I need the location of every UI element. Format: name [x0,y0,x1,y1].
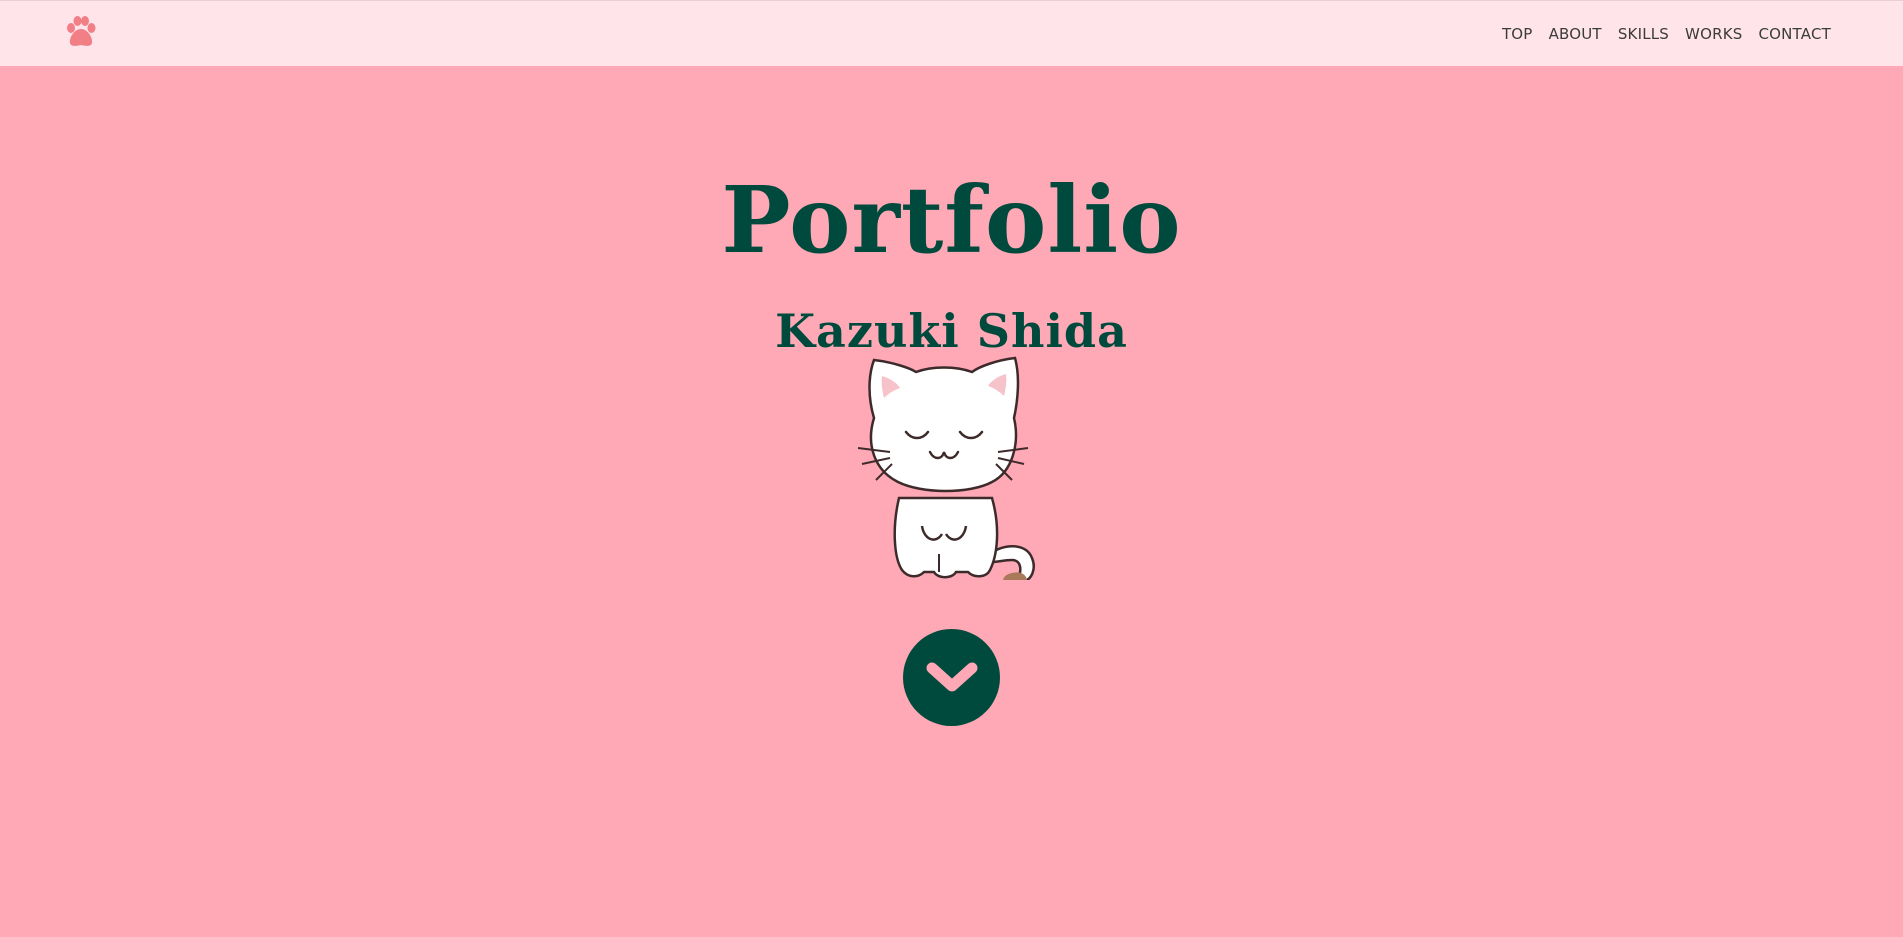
page-title: Portfolio [721,166,1182,274]
nav-item-contact[interactable]: CONTACT [1758,25,1831,43]
nav-item-about[interactable]: ABOUT [1549,25,1602,43]
nav-item-skills[interactable]: SKILLS [1618,25,1669,43]
nav-item-works[interactable]: WORKS [1685,25,1742,43]
nav-item-top[interactable]: TOP [1502,25,1533,43]
cat-illustration [852,348,1056,582]
main-nav: TOP ABOUT SKILLS WORKS CONTACT [1502,1,1831,67]
paw-icon[interactable] [62,14,100,52]
scroll-down-button[interactable] [903,629,1000,726]
site-header: TOP ABOUT SKILLS WORKS CONTACT [0,0,1903,66]
chevron-down-icon [926,662,977,691]
